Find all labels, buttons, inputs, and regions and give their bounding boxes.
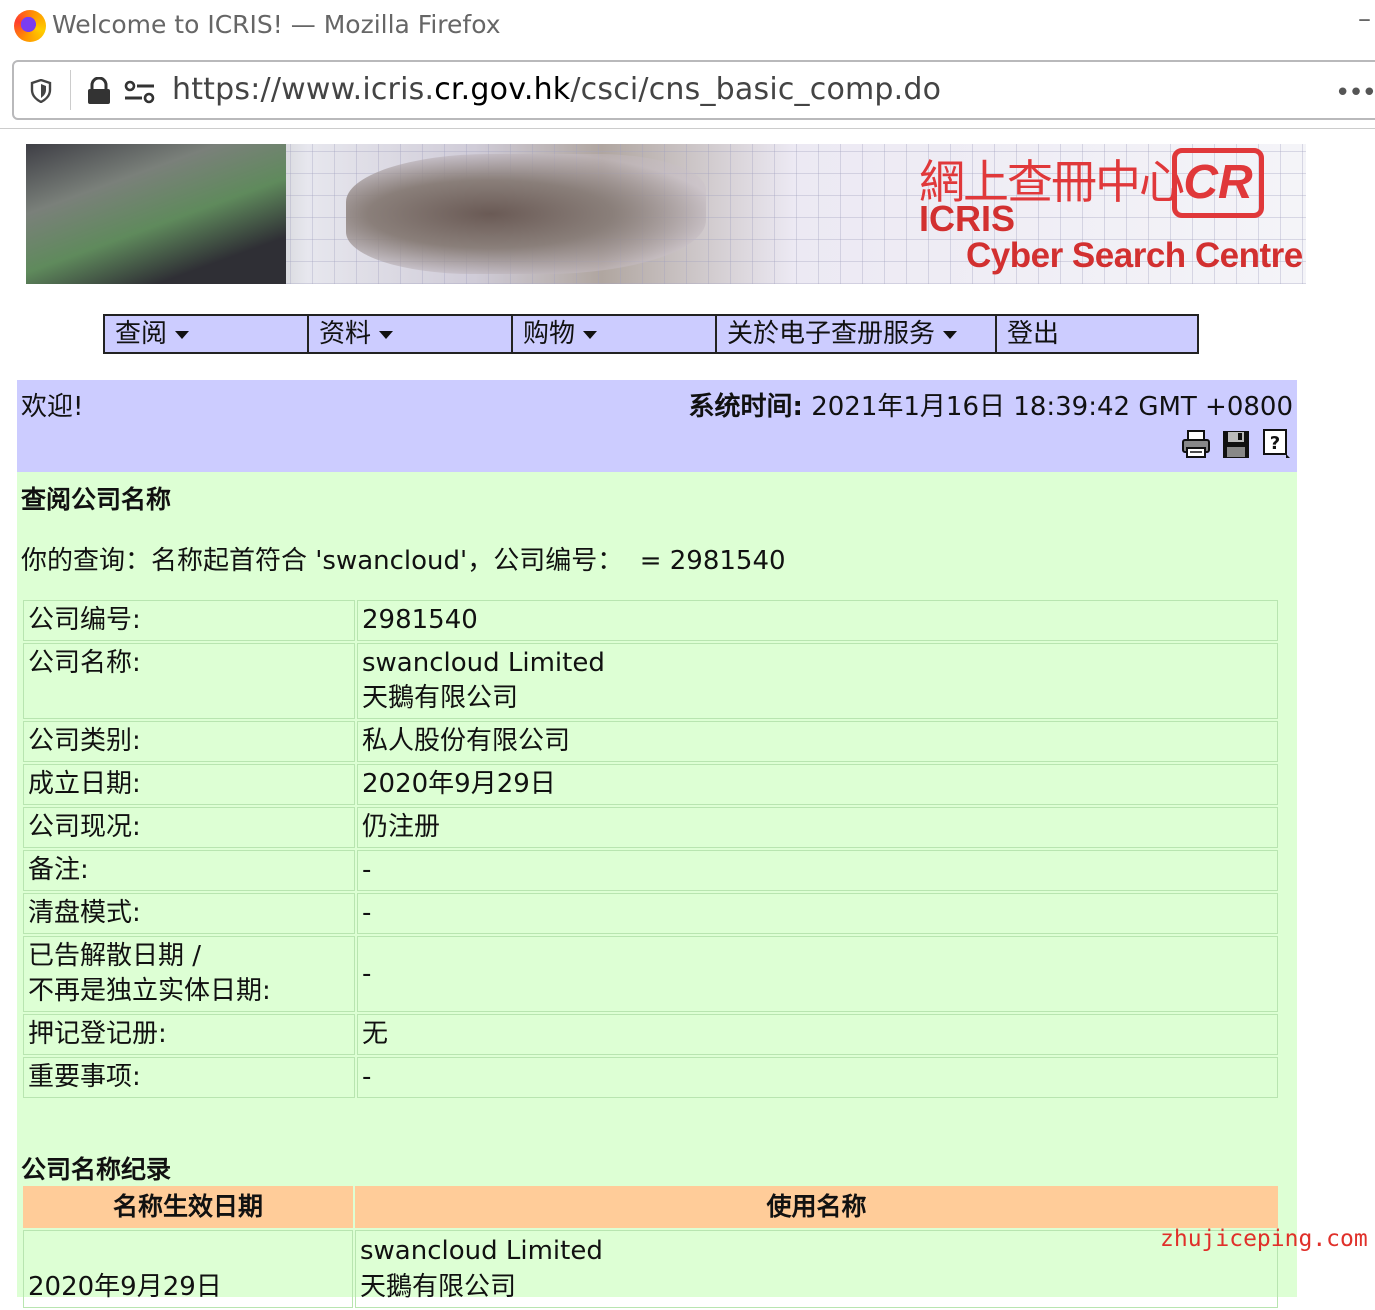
- table-row: 备注: -: [23, 850, 1278, 891]
- column-header-name-used: 使用名称: [355, 1186, 1278, 1228]
- dropdown-caret-icon: [175, 330, 190, 339]
- detail-value: 私人股份有限公司: [357, 721, 1278, 762]
- detail-value: 仍注册: [357, 807, 1278, 848]
- svg-text:?: ?: [1270, 433, 1280, 454]
- name-history-title: 公司名称纪录: [21, 1155, 172, 1184]
- firefox-logo-icon: [14, 10, 46, 42]
- dropdown-caret-icon: [379, 330, 394, 339]
- minimize-button[interactable]: –: [1358, 4, 1371, 34]
- url-domain: cr.gov.hk: [434, 72, 571, 107]
- column-header-effective-date: 名称生效日期: [23, 1186, 353, 1228]
- table-row: 成立日期: 2020年9月29日: [23, 764, 1278, 805]
- detail-value: -: [357, 850, 1278, 891]
- detail-key: 备注:: [23, 850, 355, 891]
- detail-key: 已告解散日期 / 不再是独立实体日期:: [23, 936, 355, 1012]
- icris-banner: 網上查冊中心 CR ICRIS Cyber Search Centre: [26, 144, 1306, 284]
- detail-value: 2981540: [357, 600, 1278, 641]
- query-summary: 你的查询：名称起首符合 'swancloud'，公司编号： = 2981540: [21, 546, 786, 576]
- welcome-text: 欢迎!: [21, 392, 84, 422]
- table-row: 公司名称: swancloud Limited 天鵝有限公司: [23, 643, 1278, 719]
- table-row: 公司现况: 仍注册: [23, 807, 1278, 848]
- table-row: 已告解散日期 / 不再是独立实体日期: -: [23, 936, 1278, 1012]
- help-icon[interactable]: ?: [1261, 428, 1291, 460]
- company-details-table: 公司编号: 2981540 公司名称: swancloud Limited 天鵝有…: [21, 598, 1280, 1100]
- save-icon[interactable]: [1221, 428, 1251, 460]
- history-name: swancloud Limited 天鵝有限公司: [355, 1230, 1278, 1308]
- menu-info[interactable]: 资料: [309, 316, 513, 352]
- table-row: 重要事项: -: [23, 1057, 1278, 1098]
- detail-value: swancloud Limited 天鵝有限公司: [357, 643, 1278, 719]
- name-history-table: 名称生效日期 使用名称 2020年9月29日 swancloud Limited…: [21, 1184, 1280, 1310]
- permissions-icon[interactable]: [124, 80, 156, 104]
- banner-photo-collage: [346, 154, 706, 274]
- detail-value: -: [357, 1057, 1278, 1098]
- table-row: 清盘模式: -: [23, 893, 1278, 934]
- menu-search[interactable]: 查阅: [105, 316, 309, 352]
- window-title: Welcome to ICRIS! — Mozilla Firefox: [52, 10, 501, 39]
- detail-value: 无: [357, 1014, 1278, 1055]
- detail-key: 公司现况:: [23, 807, 355, 848]
- detail-key: 清盘模式:: [23, 893, 355, 934]
- detail-key: 公司名称:: [23, 643, 355, 719]
- printer-icon[interactable]: [1181, 428, 1211, 460]
- section-title: 查阅公司名称: [21, 485, 172, 514]
- content-area: 查阅公司名称 你的查询：名称起首符合 'swancloud'，公司编号： = 2…: [17, 472, 1297, 1308]
- chrome-divider: [0, 128, 1375, 129]
- main-menu: 查阅 资料 购物 关於电子查册服务 登出: [103, 314, 1199, 354]
- url-text[interactable]: https://www.icris.cr.gov.hk/csci/cns_bas…: [172, 72, 941, 107]
- toolbar-icons: ?: [1181, 428, 1291, 460]
- watermark: zhujiceping.com: [1160, 1226, 1368, 1252]
- page-actions-menu-icon[interactable]: •••: [1335, 78, 1375, 108]
- menu-about[interactable]: 关於电子查册服务: [717, 316, 997, 352]
- detail-value: -: [357, 893, 1278, 934]
- tracking-shield-icon[interactable]: [30, 79, 52, 103]
- urlbar-separator: [70, 70, 71, 110]
- banner-subtitle: Cyber Search Centre: [966, 236, 1303, 275]
- welcome-bar: 欢迎! 系统时间: 2021年1月16日 18:39:42 GMT +0800 …: [17, 380, 1297, 472]
- detail-key: 公司类别:: [23, 721, 355, 762]
- table-row: 2020年9月29日 swancloud Limited 天鵝有限公司: [23, 1230, 1278, 1308]
- banner-photo-tram: [26, 144, 286, 284]
- banner-icris: ICRIS: [919, 198, 1016, 239]
- detail-key: 公司编号:: [23, 600, 355, 641]
- window-titlebar: Welcome to ICRIS! — Mozilla Firefox –: [0, 0, 1375, 52]
- detail-value: 2020年9月29日: [357, 764, 1278, 805]
- table-row: 公司类别: 私人股份有限公司: [23, 721, 1278, 762]
- table-row: 押记登记册: 无: [23, 1014, 1278, 1055]
- detail-key: 押记登记册:: [23, 1014, 355, 1055]
- history-date: 2020年9月29日: [23, 1230, 353, 1308]
- table-header-row: 名称生效日期 使用名称: [23, 1186, 1278, 1228]
- web-page: 網上查冊中心 CR ICRIS Cyber Search Centre 查阅 资…: [0, 130, 1375, 1308]
- detail-key: 成立日期:: [23, 764, 355, 805]
- detail-value: -: [357, 936, 1278, 1012]
- dropdown-caret-icon: [943, 330, 958, 339]
- system-time: 系统时间: 2021年1月16日 18:39:42 GMT +0800: [688, 392, 1293, 422]
- detail-key: 重要事项:: [23, 1057, 355, 1098]
- menu-logout[interactable]: 登出: [997, 316, 1197, 352]
- cr-logo: CR: [1172, 148, 1264, 218]
- dropdown-caret-icon: [583, 330, 598, 339]
- menu-shopping[interactable]: 购物: [513, 316, 717, 352]
- lock-icon[interactable]: [86, 77, 112, 105]
- table-row: 公司编号: 2981540: [23, 600, 1278, 641]
